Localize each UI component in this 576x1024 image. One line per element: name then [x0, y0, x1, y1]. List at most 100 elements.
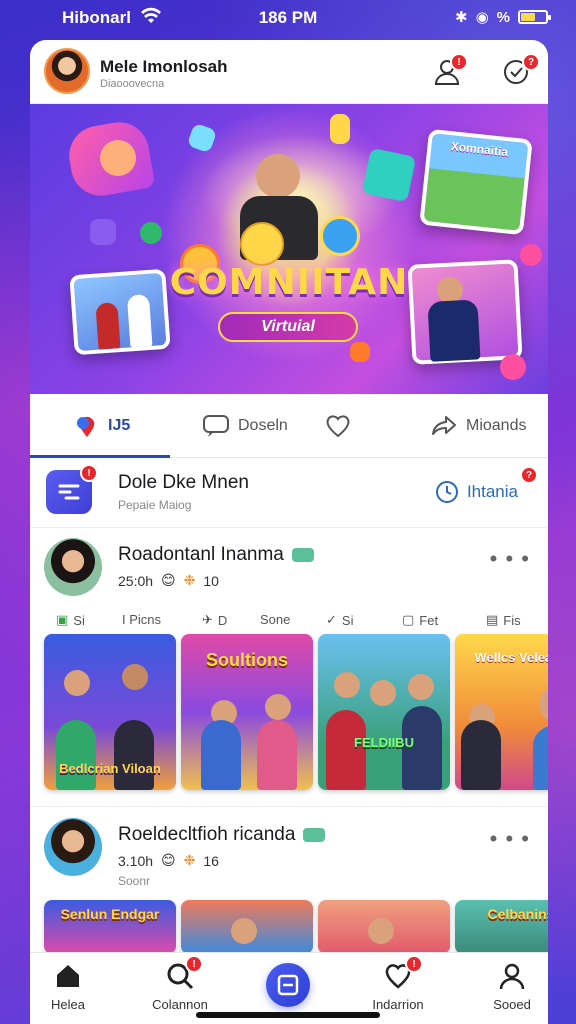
person-figure: [533, 726, 548, 790]
post-card: Roadontanl Inanma 25:0h 😊 ❉ 10 • • • ▣ Si…: [30, 528, 548, 806]
media-thumbnail[interactable]: Wellcs Veleans: [455, 634, 548, 790]
nav-badge: !: [405, 955, 423, 973]
post-author-avatar[interactable]: [44, 538, 102, 596]
action-like[interactable]: ▣ Si: [56, 612, 85, 628]
verified-icon: [303, 827, 326, 842]
person-body: [427, 299, 481, 362]
group-row[interactable]: ! Dole Dke Mnen Pepaie Maiog Ihtania ?: [30, 458, 548, 528]
sparkle-icon: ❉: [183, 572, 196, 588]
nav-notifications-label: Indarrion: [372, 997, 424, 1012]
post-author-avatar[interactable]: [44, 818, 102, 876]
group-action-badge: ?: [520, 466, 538, 484]
tab-likes[interactable]: [324, 394, 352, 458]
action-send[interactable]: ✈ D: [202, 612, 227, 628]
person-head: [334, 672, 360, 698]
person-head: [265, 694, 291, 720]
photo-frame-group: Xomnaitia: [419, 128, 533, 236]
group-action-button[interactable]: Ihtania ?: [435, 466, 538, 504]
location-pin-icon: [77, 416, 95, 437]
presenter-head: [256, 154, 300, 198]
music-icon: [500, 354, 526, 380]
action-save[interactable]: ▢ Fet: [402, 612, 438, 628]
profile-avatar[interactable]: [44, 48, 90, 94]
group-badge: !: [80, 464, 98, 482]
person-figure: [461, 720, 501, 790]
check-icon: ✓: [326, 612, 337, 627]
do-not-disturb-icon: ◉: [475, 9, 489, 26]
media-thumbnail[interactable]: Senlun Endgar: [44, 900, 176, 952]
clock-icon: [435, 481, 458, 503]
hero-pill[interactable]: Virtuial: [218, 312, 358, 342]
messages-badge: ?: [522, 53, 540, 71]
frame-label: Xomnaitia: [450, 139, 509, 160]
person-head: [122, 664, 148, 690]
post-card: Roeldecltfioh ricanda 3.10h 😊 ❉ 16 Soonr…: [30, 808, 548, 952]
whatsapp-icon: [140, 222, 162, 244]
tab-share[interactable]: Mioands: [430, 394, 526, 458]
profile-name[interactable]: Mele Imonlosah: [100, 57, 228, 77]
nav-profile[interactable]: Sooed: [462, 961, 562, 1012]
profile-header: Mele Imonlosah Diaooovecna ! ?: [30, 40, 548, 104]
post-author-name[interactable]: Roeldecltfioh ricanda: [118, 824, 326, 846]
group-subtitle: Pepaie Maiog: [118, 498, 192, 512]
media-label: Bedlcrian Viloan: [59, 761, 161, 776]
post-count: 16: [203, 852, 219, 869]
home-icon: [53, 961, 83, 991]
action-files[interactable]: ▤ Fis: [486, 612, 521, 628]
post-meta: 25:0h 😊 ❉ 10: [118, 572, 219, 589]
tab-discussion[interactable]: Doseln: [202, 394, 288, 458]
nav-notifications[interactable]: ! Indarrion: [348, 955, 448, 1012]
action-check-label: Si: [341, 612, 354, 628]
post-time: 3.10h: [118, 852, 154, 869]
person-figure: [326, 710, 366, 790]
action-pictures[interactable]: I Picns: [122, 612, 161, 627]
person-head: [539, 686, 548, 722]
smile-emoji-icon: 😊: [161, 572, 176, 588]
nav-collection[interactable]: ! Colannon: [130, 955, 230, 1012]
heart-icon: !: [383, 955, 423, 991]
battery-percent: %: [496, 8, 510, 26]
post-author-name[interactable]: Roadontanl Inanma: [118, 544, 314, 566]
hero-banner[interactable]: Xomnaitia COMNIITAN Virtuial: [30, 104, 548, 394]
media-label: Celbanins: [487, 906, 548, 922]
action-share-label: Sone: [260, 612, 291, 627]
nav-badge: !: [185, 955, 203, 973]
group-action-label: Ihtania: [466, 482, 518, 501]
tab-feed-label: IJ5: [108, 417, 131, 434]
more-options-icon[interactable]: • • •: [490, 546, 530, 572]
media-thumbnail[interactable]: FELDIIBU: [318, 634, 450, 790]
content-tabs: IJ5 Doseln Mioands: [30, 394, 548, 458]
create-post-button[interactable]: [266, 963, 310, 1007]
messages-button[interactable]: ?: [500, 53, 540, 89]
media-thumbnail[interactable]: Soultions: [181, 634, 313, 790]
media-thumbnail[interactable]: [318, 900, 450, 952]
home-indicator: [196, 1012, 380, 1018]
media-thumbnail[interactable]: Celbanins: [455, 900, 548, 952]
media-thumbnail[interactable]: Bedlcrian Viloan: [44, 634, 176, 790]
tab-share-label: Mioands: [466, 417, 527, 434]
person-head: [231, 918, 257, 944]
nav-home[interactable]: Helea: [18, 961, 118, 1012]
verified-icon: [291, 547, 314, 562]
search-icon: !: [165, 955, 203, 991]
action-share[interactable]: Sone: [260, 612, 290, 627]
media-thumbnail[interactable]: [181, 900, 313, 952]
group-title[interactable]: Dole Dke Mnen: [118, 472, 249, 494]
more-options-icon[interactable]: • • •: [490, 826, 530, 852]
nav-home-label: Helea: [51, 997, 85, 1012]
person-figure: [56, 720, 96, 790]
person-head: [368, 918, 394, 944]
friend-requests-button[interactable]: !: [430, 53, 468, 89]
hero-title: COMNIITAN: [169, 262, 409, 303]
heart-outline-icon: [326, 415, 350, 438]
person-figure: [114, 720, 154, 790]
bookmark-icon: ▢: [402, 612, 415, 627]
notification-badge: !: [450, 53, 468, 71]
group-icon[interactable]: !: [46, 464, 98, 514]
person-figure: [257, 720, 297, 790]
tab-discussion-label: Doseln: [238, 417, 288, 434]
person-head: [408, 674, 434, 700]
person-head: [64, 670, 90, 696]
action-check[interactable]: ✓ Si: [326, 612, 353, 628]
tab-feed[interactable]: IJ5: [74, 394, 130, 458]
